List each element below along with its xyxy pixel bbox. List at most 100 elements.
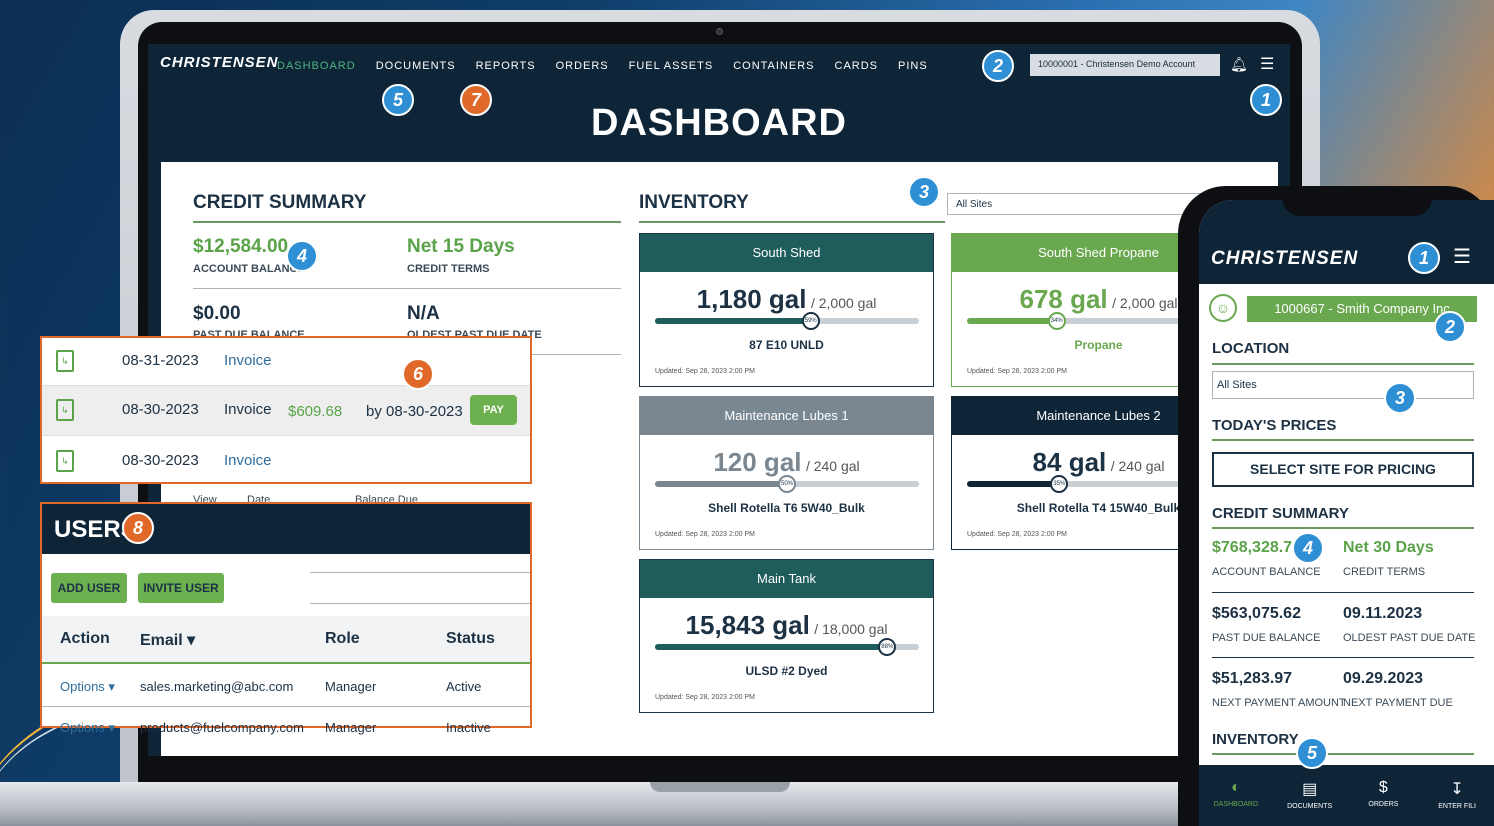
location-heading: LOCATION	[1212, 340, 1290, 357]
phone-site-select[interactable]: All Sites	[1212, 371, 1474, 399]
tab-enter-fill[interactable]: ↧ ENTER FILI	[1420, 765, 1494, 826]
nav-fuel-assets[interactable]: FUEL ASSETS	[629, 60, 714, 72]
options-dropdown[interactable]: Options ▾	[60, 679, 115, 695]
inventory-card[interactable]: Maintenance Lubes 1 120 gal / 240 gal 50…	[639, 396, 934, 550]
phone-divider	[1212, 657, 1474, 658]
phone-menu-icon[interactable]: ☰	[1453, 244, 1471, 269]
invoice-date: 08-30-2023	[122, 452, 199, 469]
callout-badge-3: 3	[908, 176, 940, 208]
row-divider	[42, 706, 530, 707]
invoice-type[interactable]: Invoice	[224, 352, 272, 369]
phone-logo: CHRISTENSEN	[1211, 248, 1359, 269]
invite-user-button[interactable]: INVITE USER	[138, 573, 224, 603]
invoice-date: 08-30-2023	[122, 401, 199, 418]
callout-badge-8: 8	[122, 512, 154, 544]
inventory-card[interactable]: Main Tank 15,843 gal / 18,000 gal 88% UL…	[639, 559, 934, 713]
inventory-card[interactable]: South Shed 1,180 gal / 2,000 gal 59% 87 …	[639, 233, 934, 387]
card-amount: 1,180 gal / 2,000 gal	[696, 284, 877, 314]
card-level-bar: 59%	[655, 312, 919, 330]
nav-documents[interactable]: DOCUMENTS	[376, 60, 456, 72]
invoice-due: by 08-30-2023	[366, 403, 463, 420]
card-product: ULSD #2 Dyed	[745, 664, 828, 678]
callout-badge-2: 2	[982, 50, 1014, 82]
account-select[interactable]: 10000001 - Christensen Demo Account	[1030, 54, 1220, 76]
oldest-due-value: N/A	[407, 303, 440, 324]
col-action: Action	[60, 630, 110, 647]
callout-badge-phone-1: 1	[1408, 242, 1440, 274]
phone-rule	[1212, 363, 1474, 365]
card-amount: 15,843 gal / 18,000 gal	[685, 610, 888, 640]
users-divider-2	[310, 603, 530, 604]
gauge-icon: ◐	[1231, 779, 1241, 796]
callout-badge-phone-3: 3	[1384, 382, 1416, 414]
phone-oldest-value: 09.11.2023	[1343, 605, 1423, 622]
card-product: Shell Rotella T6 5W40_Bulk	[708, 501, 865, 515]
camera-icon	[716, 28, 723, 35]
pay-button[interactable]: PAY	[470, 395, 517, 425]
phone-rule	[1212, 753, 1474, 755]
phone-tab-bar: ◐ DASHBOARD ▤ DOCUMENTS $ ORDERS ↧ ENTER FIL…	[1199, 765, 1494, 826]
pdf-icon[interactable]: ↳	[56, 350, 74, 372]
nav-cards[interactable]: CARDS	[835, 60, 879, 72]
phone-credit-heading: CREDIT SUMMARY	[1212, 505, 1349, 522]
invoice-row[interactable]: ↳ 08-31-2023 Invoice	[42, 338, 530, 386]
users-divider	[310, 572, 530, 573]
col-role: Role	[325, 630, 360, 647]
nav-containers[interactable]: CONTAINERS	[733, 60, 814, 72]
dollar-icon: $	[1378, 779, 1388, 796]
add-user-button[interactable]: ADD USER	[51, 573, 127, 603]
user-status: Active	[446, 679, 482, 694]
avatar-icon[interactable]: ☺	[1209, 294, 1237, 322]
phone-balance-label: ACCOUNT BALANCE	[1212, 566, 1321, 578]
phone-next-amount-label: NEXT PAYMENT AMOUNT	[1212, 697, 1346, 709]
credit-summary-heading: CREDIT SUMMARY	[193, 192, 367, 213]
page-title: DASHBOARD	[591, 102, 847, 144]
brand-logo[interactable]: CHRISTENSEN	[160, 54, 279, 71]
prices-heading: TODAY'S PRICES	[1212, 417, 1337, 434]
tab-orders[interactable]: $ ORDERS	[1347, 765, 1421, 826]
card-title: South Shed	[640, 234, 933, 272]
invoice-list-popup: ↳ 08-31-2023 Invoice ↳ 08-30-2023 Invoic…	[40, 336, 532, 484]
phone-next-due-value: 09.29.2023	[1343, 670, 1424, 687]
callout-badge-phone-4: 4	[1292, 532, 1324, 564]
credit-rule	[193, 221, 621, 223]
user-status: Inactive	[446, 720, 491, 735]
pdf-icon[interactable]: ↳	[56, 450, 74, 472]
card-updated: Updated: Sep 28, 2023 2:00 PM	[655, 694, 756, 701]
tab-dashboard[interactable]: ◐ DASHBOARD	[1199, 765, 1273, 826]
invoice-row[interactable]: ↳ 08-30-2023 Invoice $609.68 by 08-30-20…	[42, 386, 530, 436]
nav-orders[interactable]: ORDERS	[556, 60, 609, 72]
phone-terms-label: CREDIT TERMS	[1343, 566, 1426, 578]
document-icon: ▤	[1302, 781, 1318, 798]
card-updated: Updated: Sep 28, 2023 2:00 PM	[967, 531, 1068, 538]
options-dropdown[interactable]: Options ▾	[60, 720, 115, 736]
invoice-type[interactable]: Invoice	[224, 401, 272, 418]
user-email: sales.marketing@abc.com	[140, 679, 294, 694]
main-nav: DASHBOARD DOCUMENTS REPORTS ORDERS FUEL …	[277, 60, 928, 72]
col-status: Status	[446, 630, 495, 647]
phone-divider	[1212, 592, 1474, 593]
pdf-icon[interactable]: ↳	[56, 399, 74, 421]
phone-oldest-label: OLDEST PAST DUE DATE	[1343, 632, 1476, 644]
past-due-value: $0.00	[193, 303, 241, 324]
callout-badge-phone-5: 5	[1296, 737, 1328, 769]
invoice-amount: $609.68	[288, 403, 343, 420]
nav-dashboard[interactable]: DASHBOARD	[277, 60, 356, 72]
phone-inventory-heading: INVENTORY	[1212, 731, 1299, 748]
invoice-row[interactable]: ↳ 08-30-2023 Invoice	[42, 436, 530, 484]
tab-documents[interactable]: ▤ DOCUMENTS	[1273, 765, 1347, 826]
select-site-pricing-button[interactable]: SELECT SITE FOR PRICING	[1212, 452, 1474, 487]
credit-divider	[193, 288, 621, 289]
invoice-type[interactable]: Invoice	[224, 452, 272, 469]
nav-pins[interactable]: PINS	[898, 60, 928, 72]
callout-badge-5: 5	[382, 84, 414, 116]
phone-next-due-label: NEXT PAYMENT DUE	[1343, 697, 1453, 709]
callout-badge-1: 1	[1250, 84, 1282, 116]
phone-rule	[1212, 439, 1474, 441]
phone-past-due-label: PAST DUE BALANCE	[1212, 632, 1321, 644]
laptop-notch	[650, 782, 790, 792]
nav-reports[interactable]: REPORTS	[476, 60, 536, 72]
menu-icon[interactable]: ☰	[1260, 54, 1274, 74]
col-email[interactable]: Email ▾	[140, 630, 195, 650]
bell-icon[interactable]: 🔔︎	[1230, 56, 1248, 73]
